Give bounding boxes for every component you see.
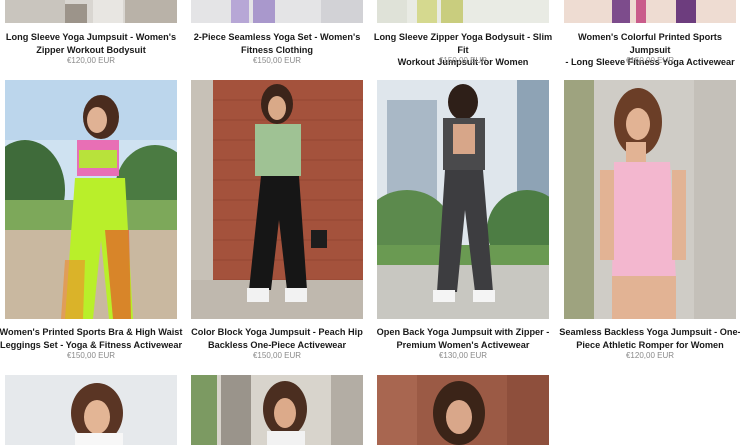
product-image[interactable]	[5, 80, 177, 319]
product-image[interactable]	[5, 375, 177, 445]
product-image[interactable]	[564, 80, 736, 319]
product-image[interactable]	[191, 0, 363, 23]
product-image[interactable]	[191, 80, 363, 319]
product-price: €150,00 EUR	[66, 351, 116, 360]
product-title-line: Women's Printed Sports Bra & High Waist	[0, 327, 183, 337]
product-title-line: Long Sleeve Yoga Jumpsuit - Women's	[5, 32, 177, 42]
product-title-line: Women's Colorful Printed Sports Jumpsuit	[578, 32, 722, 55]
product-image[interactable]	[5, 0, 177, 23]
product-title-line: Long Sleeve Zipper Yoga Bodysuit - Slim …	[373, 32, 553, 55]
product-title[interactable]: Color Block Yoga Jumpsuit - Peach Hip Ba…	[185, 326, 369, 351]
product-grid: Long Sleeve Yoga Jumpsuit - Women's Zipp…	[0, 0, 740, 445]
product-title[interactable]: Long Sleeve Yoga Jumpsuit - Women's Zipp…	[0, 31, 183, 56]
product-title[interactable]: Seamless Backless Yoga Jumpsuit - One- P…	[558, 326, 740, 351]
product-price: €150,00 EUR	[438, 56, 488, 65]
product-image[interactable]	[191, 375, 363, 445]
product-title-line: Leggings Set - Yoga & Fitness Activewear	[0, 339, 183, 350]
product-price: €150,00 EUR	[625, 56, 675, 65]
product-image[interactable]	[564, 0, 736, 23]
product-price: €130,00 EUR	[438, 351, 488, 360]
product-title-line: 2-Piece Seamless Yoga Set - Women's	[193, 32, 361, 42]
product-price: €120,00 EUR	[66, 56, 116, 65]
product-image[interactable]	[377, 375, 549, 445]
product-price: €150,00 EUR	[252, 351, 302, 360]
product-title-line: Piece Athletic Romper for Women	[576, 339, 724, 350]
product-title[interactable]: 2-Piece Seamless Yoga Set - Women's Fitn…	[185, 31, 369, 56]
product-image[interactable]	[377, 0, 549, 23]
product-title-line: Backless One-Piece Activewear	[207, 339, 347, 350]
product-title-line: Premium Women's Activewear	[396, 339, 530, 350]
product-title-line: Color Block Yoga Jumpsuit - Peach Hip	[191, 327, 363, 337]
product-image[interactable]	[377, 80, 549, 319]
product-title-line: Zipper Workout Bodysuit	[36, 44, 146, 55]
product-title-line: Open Back Yoga Jumpsuit with Zipper -	[376, 327, 550, 337]
product-price: €150,00 EUR	[252, 56, 302, 65]
product-price: €120,00 EUR	[625, 351, 675, 360]
product-title-line: Fitness Clothing	[241, 44, 313, 55]
product-title[interactable]: Open Back Yoga Jumpsuit with Zipper - Pr…	[371, 326, 555, 351]
product-title[interactable]: Women's Printed Sports Bra & High Waist …	[0, 326, 183, 351]
product-title-line: Seamless Backless Yoga Jumpsuit - One-	[559, 327, 740, 337]
